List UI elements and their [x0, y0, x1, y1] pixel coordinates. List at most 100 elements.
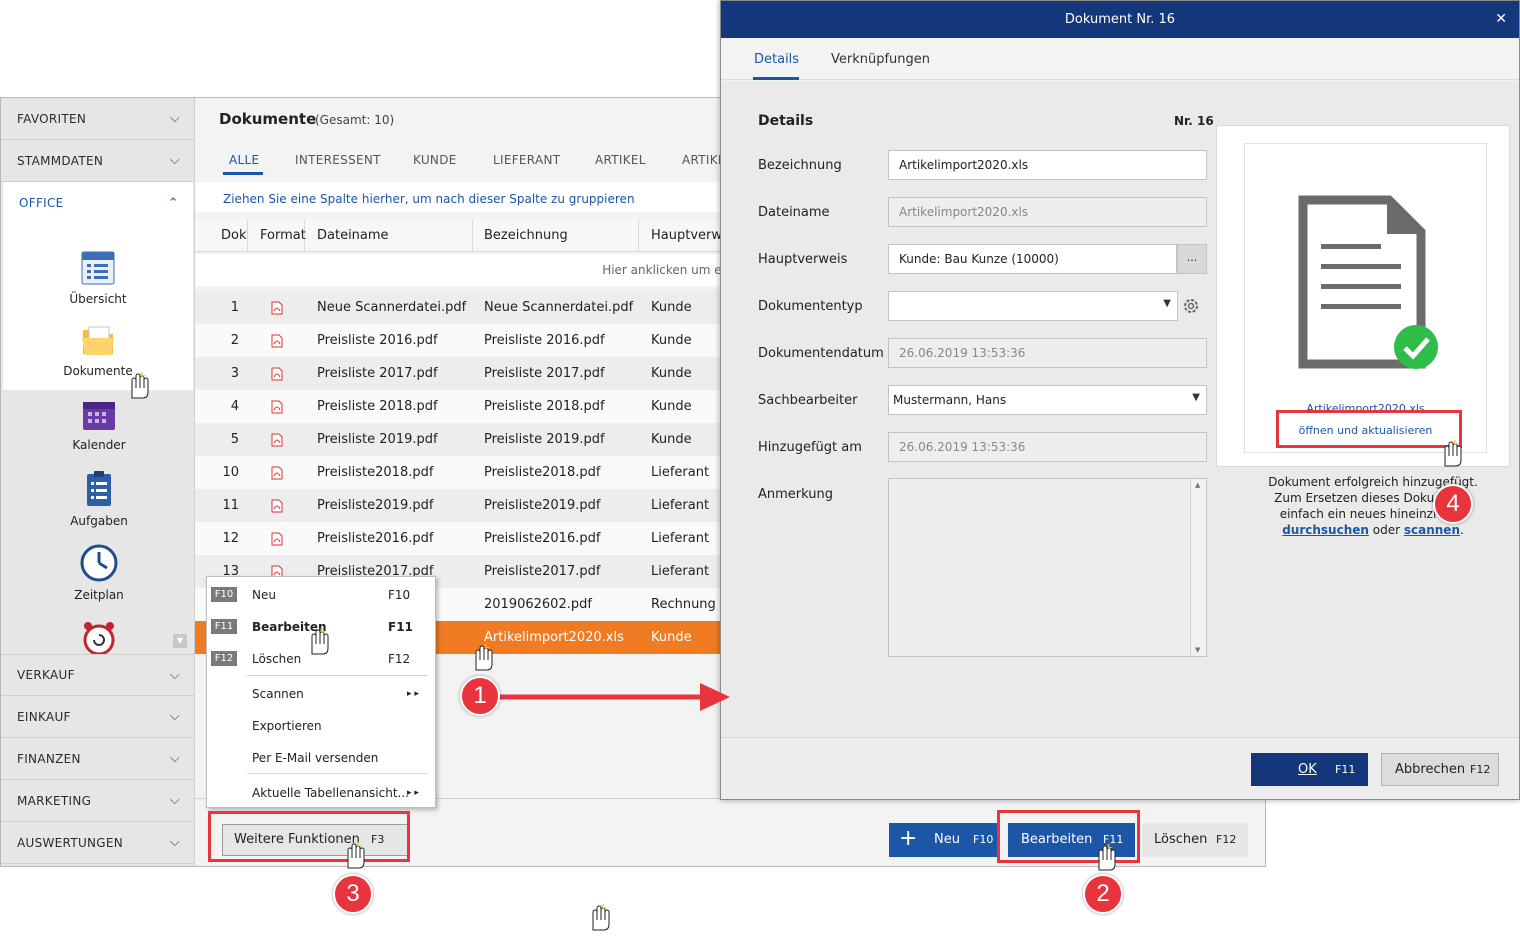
ok-button[interactable]: OK F11 — [1251, 753, 1368, 786]
scrollbar[interactable]: ▲ ▼ — [1190, 479, 1206, 656]
menu-separator — [247, 675, 427, 676]
cell-dok: 2 — [230, 333, 239, 348]
cell-bezeichnung: Preisliste 2019.pdf — [484, 432, 605, 447]
cell-dok: 1 — [230, 300, 239, 315]
context-menu-label: Per E-Mail versenden — [252, 751, 379, 765]
tasks-icon — [87, 471, 111, 506]
dialog-body: Details Nr. 16 Bezeichnung Artikelimport… — [721, 81, 1519, 737]
arrow-annotation — [496, 683, 730, 711]
cell-hauptverweis: Rechnung — [651, 597, 716, 612]
anmerkung-textarea[interactable] — [888, 478, 1207, 657]
sidebar-section-finanzen[interactable]: FINANZEN ⌵ — [1, 738, 194, 780]
sidebar-lower-sections: VERKAUF ⌵ EINKAUF ⌵ FINANZEN ⌵ MARKETING ⌵ A… — [1, 654, 194, 864]
dokumentendatum-field: 26.06.2019 13:53:36 — [888, 338, 1207, 368]
column-header-bezeichnung[interactable]: Bezeichnung — [476, 220, 639, 252]
dropdown-arrow-icon: ▼ — [1192, 392, 1200, 403]
sidebar-section-einkauf[interactable]: EINKAUF ⌵ — [1, 696, 194, 738]
tab-kunde[interactable]: KUNDE — [413, 153, 457, 167]
clock-icon — [80, 544, 118, 582]
sidebar-section-verkauf[interactable]: VERKAUF ⌵ — [1, 654, 194, 696]
sidebar-tile-zeitplan[interactable]: Zeitplan — [44, 544, 154, 602]
gear-icon[interactable] — [1181, 296, 1201, 316]
dokumententyp-select[interactable]: ▼ — [888, 291, 1178, 321]
hauptverweis-field[interactable]: Kunde: Bau Kunze (10000) — [888, 244, 1177, 274]
cell-bezeichnung: 2019062602.pdf — [484, 597, 592, 612]
sidebar-section-marketing[interactable]: MARKETING ⌵ — [1, 780, 194, 822]
bezeichnung-field[interactable]: Artikelimport2020.xls — [888, 150, 1207, 180]
sachbearbeiter-select[interactable]: Mustermann, Hans ▼ — [888, 385, 1207, 415]
column-header-dateiname[interactable]: Dateiname — [309, 220, 473, 252]
cell-dateiname: Preisliste 2017.pdf — [317, 366, 438, 381]
shortcut-badge: F12 — [211, 651, 237, 666]
cell-dok: 4 — [230, 399, 239, 414]
context-menu-item[interactable]: F10 Neu F10 — [207, 581, 435, 609]
plus-icon: + — [899, 826, 918, 851]
context-menu-item[interactable]: Aktuelle Tabellenansicht... ▸ ▸ — [207, 779, 435, 807]
cell-bezeichnung: Preisliste2018.pdf — [484, 465, 601, 480]
column-header-format[interactable]: Format — [252, 220, 306, 252]
preview-frame[interactable]: Artikelimport2020.xls öffnen und aktuali… — [1244, 143, 1487, 453]
label-dokumententyp: Dokumententyp — [758, 299, 863, 314]
new-button[interactable]: + Neu F10 — [889, 823, 997, 857]
annotation-box-open-update — [1276, 410, 1462, 448]
sidebar-scroll-down[interactable]: ▼ — [173, 634, 187, 648]
cell-hauptverweis: Kunde — [651, 399, 692, 414]
tab-interessent[interactable]: INTERESSENT — [295, 153, 381, 167]
hand-cursor-icon — [592, 902, 610, 931]
tab-lieferant[interactable]: LIEFERANT — [493, 153, 560, 167]
context-menu-item[interactable]: Scannen ▸ ▸ — [207, 680, 435, 708]
submenu-arrow-icon: ▸ ▸ — [407, 689, 419, 699]
chevron-down-icon: ⌵ — [169, 751, 180, 766]
context-menu-item[interactable]: Exportieren — [207, 712, 435, 740]
pdf-file-icon — [271, 301, 283, 315]
scan-link[interactable]: scannen — [1404, 523, 1460, 537]
pdf-file-icon — [271, 466, 283, 480]
chevron-down-icon: ⌵ — [169, 667, 180, 683]
lookup-button[interactable]: ... — [1177, 244, 1207, 274]
cell-hauptverweis: Lieferant — [651, 498, 710, 513]
tab-verknuepfungen[interactable]: Verknüpfungen — [831, 52, 930, 67]
annotation-badge-2: 2 — [1083, 874, 1123, 914]
sidebar-tile-kalender[interactable]: Kalender — [44, 398, 154, 452]
delete-button[interactable]: Löschen F12 — [1142, 823, 1248, 857]
hand-cursor-icon — [131, 370, 149, 399]
pdf-file-icon — [271, 499, 283, 513]
sidebar-section-favoriten[interactable]: FAVORITEN ⌵ — [1, 98, 194, 140]
sidebar-tile-aufgaben[interactable]: Aufgaben — [44, 470, 154, 528]
dialog-footer: OK F11 Abbrechen F12 — [721, 737, 1519, 799]
sidebar-section-stammdaten[interactable]: STAMMDATEN ⌵ — [1, 140, 194, 182]
hand-cursor-icon — [311, 626, 329, 655]
annotation-badge-4: 4 — [1433, 484, 1473, 524]
label-bezeichnung: Bezeichnung — [758, 158, 842, 173]
sidebar-section-office: OFFICE ⌃ Übersicht Dokumente — [3, 182, 193, 390]
close-icon[interactable]: ✕ — [1495, 1, 1507, 38]
dropdown-arrow-icon: ▼ — [1163, 298, 1171, 309]
context-menu-item[interactable]: Per E-Mail versenden — [207, 744, 435, 772]
context-menu-shortcut: F10 — [388, 588, 411, 602]
cell-dateiname: Neue Scannerdatei.pdf — [317, 300, 467, 315]
label-dateiname: Dateiname — [758, 205, 830, 220]
sidebar-office-header[interactable]: OFFICE ⌃ — [3, 182, 193, 224]
cell-dok: 12 — [222, 531, 239, 546]
document-dialog: Dokument Nr. 16 ✕ Details Verknüpfungen … — [720, 0, 1520, 800]
tab-details[interactable]: Details — [754, 52, 799, 67]
tab-artikel[interactable]: ARTIKEL — [595, 153, 646, 167]
cell-hauptverweis: Lieferant — [651, 465, 710, 480]
tab-alle[interactable]: ALLE — [229, 153, 259, 167]
cell-dateiname: Preisliste2016.pdf — [317, 531, 434, 546]
context-menu-shortcut: F12 — [388, 652, 411, 666]
overview-icon — [81, 251, 115, 285]
sidebar-tile-alarm[interactable] — [44, 620, 154, 654]
cell-bezeichnung: Preisliste 2018.pdf — [484, 399, 605, 414]
column-header-dok[interactable]: Dok — [213, 220, 248, 252]
dateiname-field: Artikelimport2020.xls — [888, 197, 1207, 227]
cancel-button[interactable]: Abbrechen F12 — [1381, 753, 1499, 786]
hinzugefuegt-field: 26.06.2019 13:53:36 — [888, 432, 1207, 462]
cell-hauptverweis: Lieferant — [651, 564, 710, 579]
browse-link[interactable]: durchsuchen — [1282, 523, 1369, 537]
sidebar-tile-uebersicht[interactable]: Übersicht — [43, 250, 153, 306]
sidebar-section-auswertungen[interactable]: AUSWERTUNGEN ⌵ — [1, 822, 194, 864]
cell-hauptverweis: Kunde — [651, 333, 692, 348]
context-menu-label: Scannen — [252, 687, 304, 701]
calendar-icon — [83, 402, 115, 430]
